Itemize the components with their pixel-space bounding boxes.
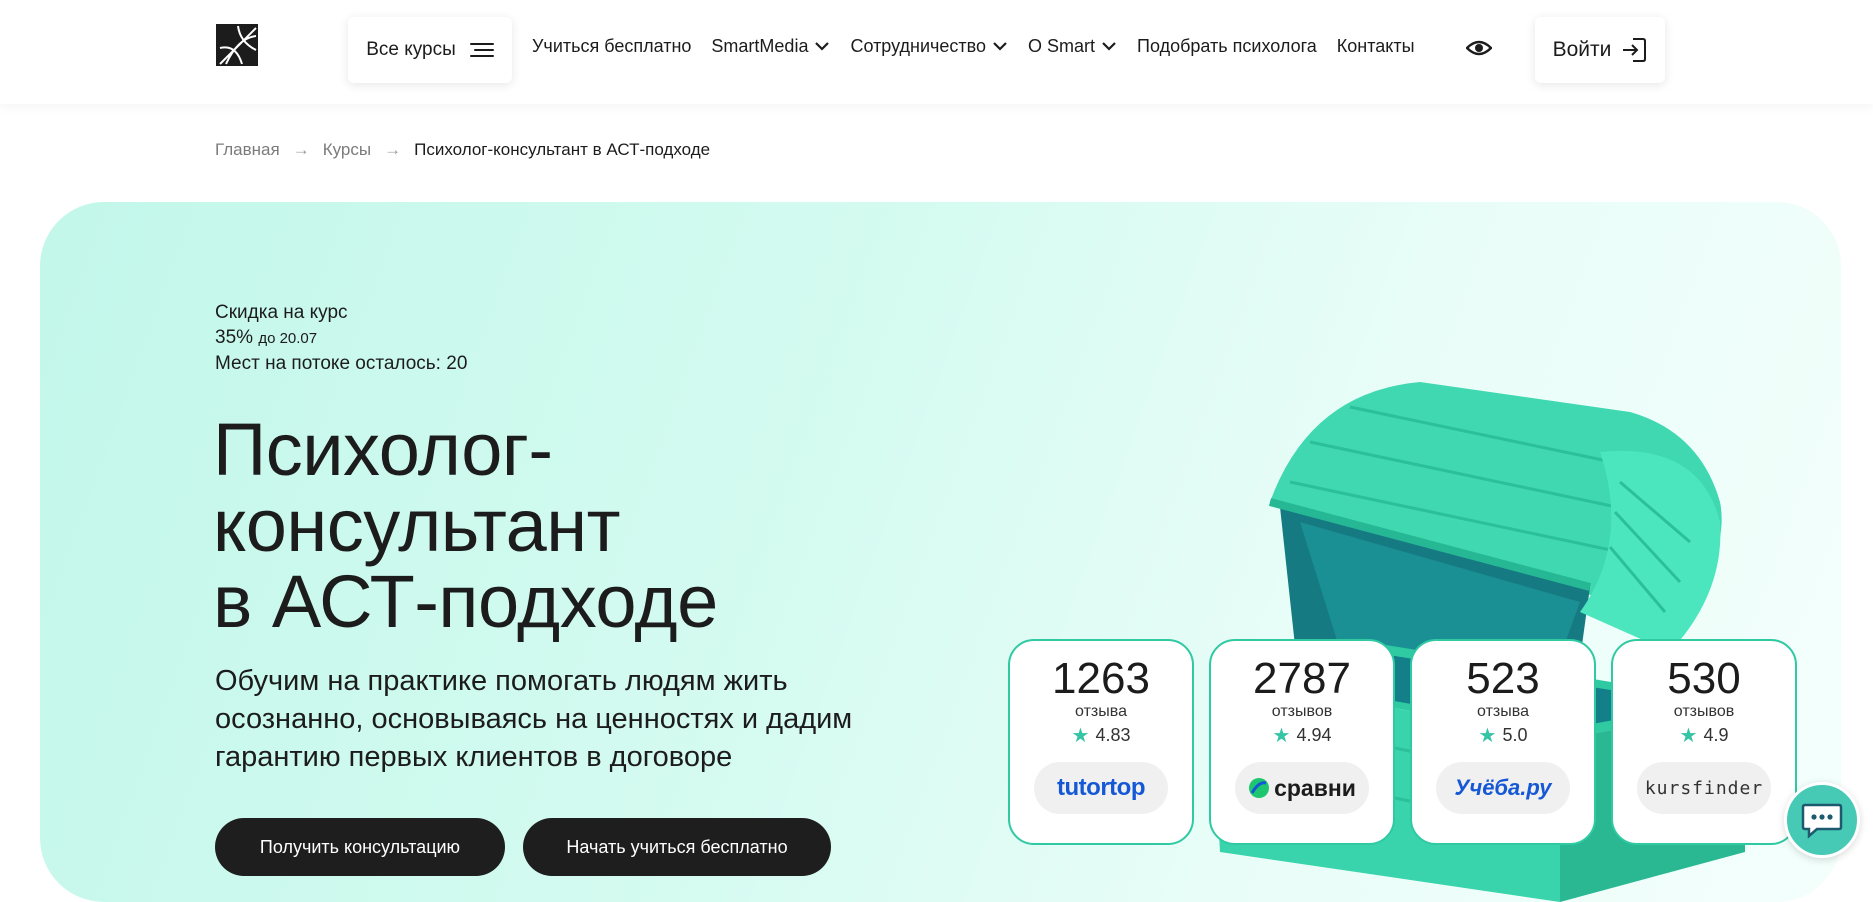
- review-word: отзыва: [1075, 703, 1127, 720]
- nav-item-label: SmartMedia: [711, 35, 809, 56]
- promo-block: Скидка на курс 35% до 20.07 Мест на пото…: [215, 300, 467, 376]
- chat-icon: [1801, 803, 1843, 839]
- chat-widget-button[interactable]: [1784, 782, 1860, 858]
- review-count: 530: [1667, 654, 1741, 703]
- review-rating: ★ 4.9: [1613, 723, 1795, 748]
- review-rating: ★ 5.0: [1412, 723, 1594, 748]
- sravni-logo: сравни: [1248, 775, 1356, 802]
- breadcrumb-current: Психолог-консультант в АСТ-подходе: [414, 140, 711, 159]
- smart-logo-icon[interactable]: [216, 24, 258, 66]
- seats-line: Мест на потоке осталось: 20: [215, 351, 467, 376]
- rating-value: 4.83: [1095, 725, 1131, 745]
- platform-logo: kursfinder: [1637, 762, 1771, 814]
- breadcrumb-courses[interactable]: Курсы: [323, 140, 371, 160]
- seats-label: Мест на потоке осталось:: [215, 353, 441, 374]
- nav-item-label: Сотрудничество: [850, 35, 987, 56]
- menu-lines-icon: [469, 43, 494, 57]
- platform-logo: tutortop: [1034, 762, 1168, 814]
- nav-item-label: O Smart: [1028, 35, 1096, 56]
- review-card-sravni[interactable]: 2787 отзывов ★ 4.94 сравни: [1209, 639, 1395, 845]
- review-card-tutortop[interactable]: 1263 отзыва ★ 4.83 tutortop: [1008, 639, 1194, 845]
- nav-item-label: Учиться бесплатно: [532, 35, 692, 56]
- nav-item-cooperation[interactable]: Сотрудничество: [850, 36, 1008, 57]
- start-free-button[interactable]: Начать учиться бесплатно: [523, 818, 831, 876]
- review-count: 2787: [1253, 654, 1351, 703]
- platform-logo: Учёба.ру: [1436, 762, 1570, 814]
- discount-label: Скидка на курс: [215, 302, 348, 323]
- seats-value: 20: [446, 353, 468, 374]
- rating-value: 5.0: [1502, 725, 1528, 745]
- review-count: 523: [1466, 654, 1540, 703]
- all-courses-button[interactable]: Все курсы: [348, 17, 512, 83]
- review-card-ucheba[interactable]: 523 отзыва ★ 5.0 Учёба.ру: [1410, 639, 1596, 845]
- nav-item-label: Контакты: [1336, 35, 1415, 56]
- kursfinder-logo: kursfinder: [1644, 777, 1764, 799]
- discount-value: 35%: [215, 327, 254, 348]
- star-icon: ★: [1071, 725, 1090, 747]
- discount-until: до 20.07: [258, 330, 318, 347]
- ucheba-logo: Учёба.ру: [1454, 775, 1552, 800]
- rating-value: 4.94: [1296, 725, 1332, 745]
- star-icon: ★: [1272, 725, 1291, 747]
- main-nav: Учиться бесплатно SmartMedia Сотрудничес…: [532, 34, 1435, 58]
- login-button[interactable]: Войти: [1535, 17, 1665, 83]
- title-line: Психолог-: [213, 408, 553, 491]
- nav-item-find-psychologist[interactable]: Подобрать психолога: [1137, 36, 1317, 57]
- get-consultation-button[interactable]: Получить консультацию: [215, 818, 505, 876]
- chevron-down-icon: [815, 42, 830, 51]
- nav-item-about[interactable]: O Smart: [1028, 36, 1117, 57]
- chevron-down-icon: [1102, 42, 1116, 51]
- sravni-label: сравни: [1274, 774, 1356, 801]
- review-word: отзыва: [1477, 703, 1529, 720]
- review-word: отзывов: [1271, 703, 1333, 720]
- star-icon: ★: [1478, 725, 1497, 747]
- nav-item-contacts[interactable]: Контакты: [1337, 36, 1415, 57]
- eye-icon[interactable]: [1466, 36, 1492, 60]
- review-count: 1263: [1052, 654, 1150, 703]
- hero-section: Скидка на курс 35% до 20.07 Мест на пото…: [40, 202, 1841, 902]
- page-title: Психолог- консультант в АСТ-подходе: [213, 412, 853, 640]
- login-arrow-icon: [1623, 38, 1647, 62]
- login-label: Войти: [1552, 38, 1612, 61]
- platform-logo: сравни: [1235, 762, 1369, 814]
- sravni-mark-icon: [1249, 778, 1270, 798]
- tutortop-logo: tutortop: [1057, 774, 1145, 801]
- nav-item-label: Подобрать психолога: [1137, 35, 1317, 56]
- site-header: Все курсы Учиться бесплатно SmartMedia С…: [0, 0, 1873, 104]
- title-line: консультант: [213, 484, 621, 567]
- star-icon: ★: [1679, 725, 1698, 747]
- rating-value: 4.9: [1703, 725, 1729, 745]
- breadcrumb: Главная → Курсы → Психолог-консультант в…: [215, 140, 710, 160]
- all-courses-label: Все курсы: [366, 39, 456, 60]
- discount-line: 35% до 20.07: [215, 325, 467, 351]
- review-word: отзывов: [1673, 703, 1735, 720]
- hero-subtitle: Обучим на практике помогать людям жить о…: [215, 665, 853, 773]
- nav-item-learn-free[interactable]: Учиться бесплатно: [532, 36, 691, 57]
- breadcrumb-home[interactable]: Главная: [215, 140, 280, 160]
- breadcrumb-separator: →: [384, 140, 402, 159]
- nav-item-smartmedia[interactable]: SmartMedia: [711, 36, 830, 57]
- chevron-down-icon: [993, 42, 1007, 51]
- breadcrumb-separator: →: [292, 140, 310, 159]
- review-card-kursfinder[interactable]: 530 отзывов ★ 4.9 kursfinder: [1611, 639, 1797, 845]
- title-line: в АСТ-подходе: [213, 560, 718, 643]
- review-rating: ★ 4.83: [1010, 723, 1192, 748]
- review-rating: ★ 4.94: [1211, 723, 1393, 748]
